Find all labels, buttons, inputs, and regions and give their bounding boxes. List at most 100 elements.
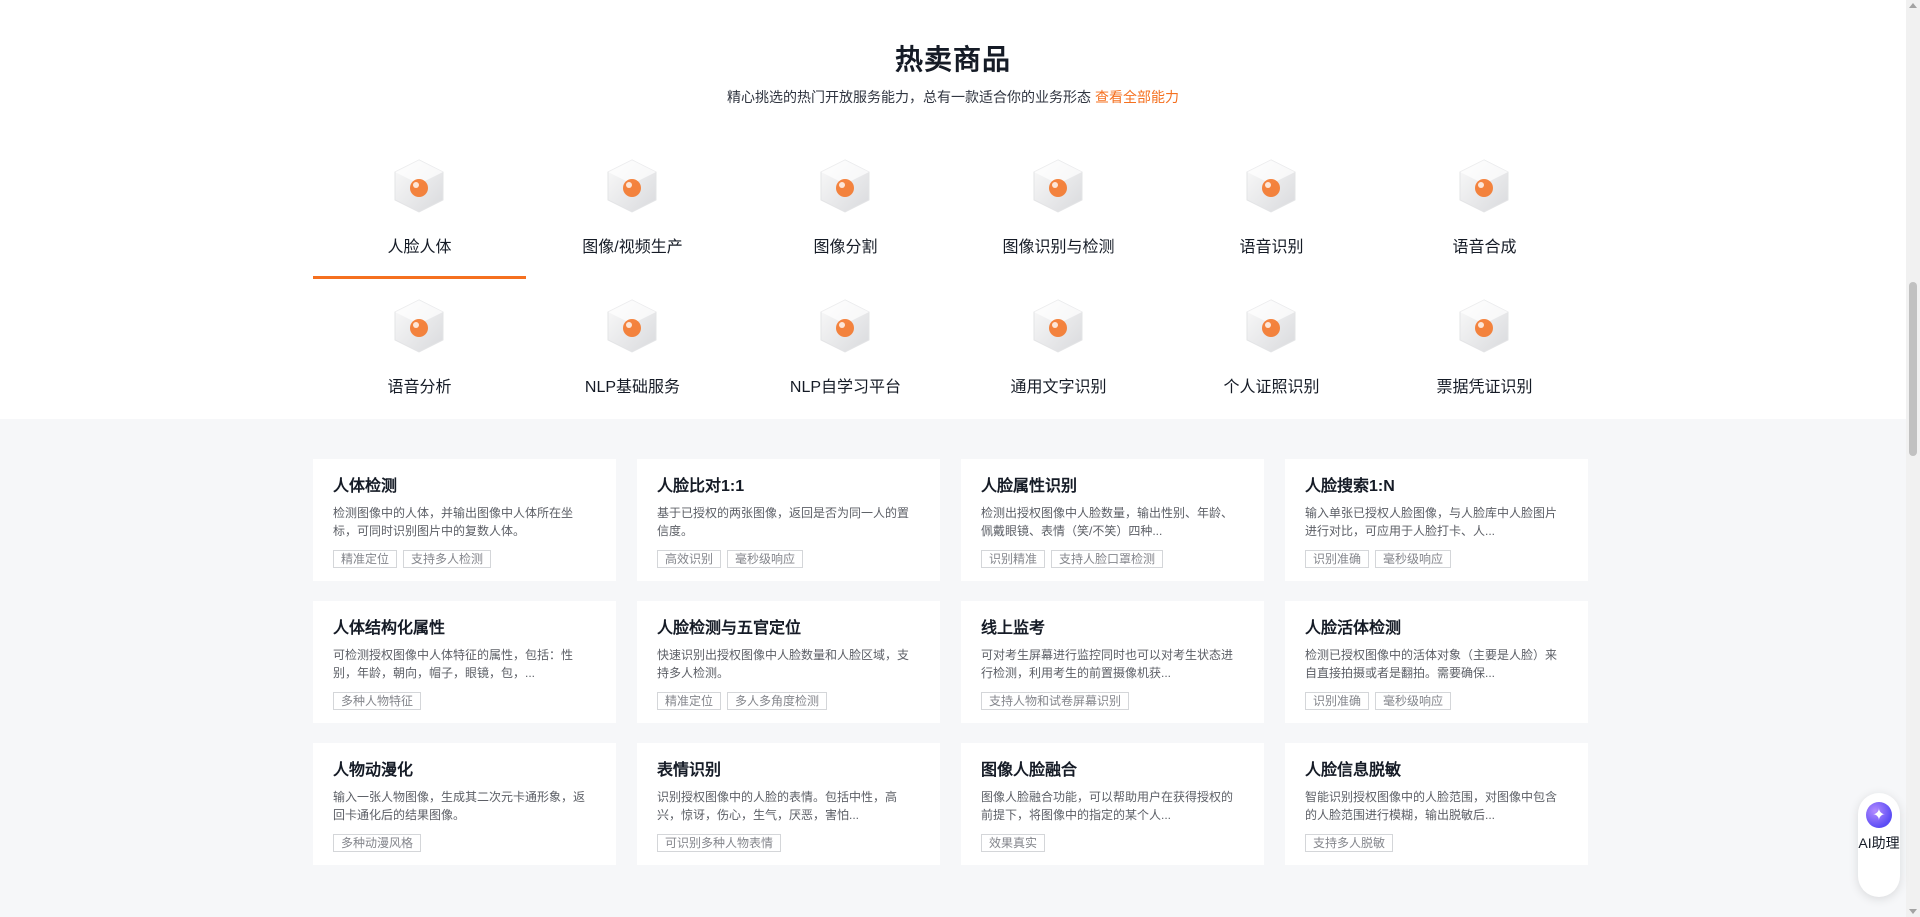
product-tag: 毫秒级响应 <box>1375 692 1452 710</box>
face-body-icon <box>389 156 449 216</box>
product-card-title: 图像人脸融合 <box>981 762 1078 779</box>
product-card-tags: 精准定位 支持多人检测 <box>333 550 596 568</box>
product-card-description: 可检测授权图像中人体特征的属性，包括：性别，年龄，朝向，帽子，眼镜，包，... <box>333 648 574 680</box>
product-card-title: 人体结构化属性 <box>333 620 446 637</box>
product-card-description: 智能识别授权图像中的人脸范围，对图像中包含的人脸范围进行模糊，输出脱敏后... <box>1305 790 1558 822</box>
product-card[interactable]: 人脸属性识别检测出授权图像中人脸数量，输出性别、年龄、佩戴眼镜、表情（笑/不笑）… <box>961 459 1264 581</box>
product-card-title: 人物动漫化 <box>333 762 414 779</box>
hot-products-section: 热卖商品 精心挑选的热门开放服务能力，总有一款适合你的业务形态 查看全部能力 人脸… <box>0 0 1920 419</box>
product-card[interactable]: 人脸活体检测 检测已授权图像中的活体对象（主要是人脸）来自直接拍摄或者是翻拍。需要… <box>1285 601 1588 723</box>
product-card-tags: 可识别多种人物表情 <box>657 834 920 852</box>
view-all-link[interactable]: 查看全部能力 <box>1095 89 1179 105</box>
scroll-down-arrow-icon[interactable] <box>1909 909 1917 914</box>
product-card[interactable]: 人脸搜索1:N 输入单张已授权人脸图像，与人脸库中人脸图片进行对比，可应用于人脸打… <box>1285 459 1588 581</box>
image-video-icon <box>602 156 662 216</box>
product-tag: 毫秒级响应 <box>727 550 804 568</box>
product-tag: 精准定位 <box>657 692 722 710</box>
product-card-title: 人体检测 <box>333 478 398 495</box>
ai-assistant-icon: ✦ <box>1866 802 1892 828</box>
ai-assistant-label: AI助理 <box>1858 835 1900 851</box>
product-tag: 识别精准 <box>981 550 1046 568</box>
ocr-icon <box>1028 296 1088 356</box>
product-card-description: 检测出授权图像中人脸数量，输出性别、年龄、佩戴眼镜、表情（笑/不笑）四种... <box>981 506 1234 538</box>
product-tag: 可识别多种人物表情 <box>657 834 782 852</box>
section-title: 热卖商品 <box>894 44 1011 75</box>
product-tag: 支持人物和试卷屏幕识别 <box>981 692 1130 710</box>
category-tab[interactable]: 通用文字识别 <box>952 288 1165 418</box>
product-card[interactable]: 人脸信息脱敏 智能识别授权图像中的人脸范围，对图像中包含的人脸范围进行模糊，输出脱… <box>1285 743 1588 865</box>
category-tab[interactable]: 图像识别与检测 <box>952 148 1165 278</box>
product-card[interactable]: 人脸比对1:1 基于已授权的两张图像，返回是否为同一人的置信度。高效识别 毫秒级响应 <box>637 459 940 581</box>
category-tab-label: NLP基础服务 <box>584 379 681 396</box>
speech-recognition-icon <box>1241 156 1301 216</box>
category-tab[interactable]: NLP基础服务 <box>526 288 739 418</box>
category-tab-label: 语音分析 <box>387 379 452 396</box>
category-tab-label: 通用文字识别 <box>1010 379 1107 396</box>
nlp-platform-icon <box>815 296 875 356</box>
product-card-title: 人脸比对1:1 <box>657 478 745 495</box>
product-tag: 精准定位 <box>333 550 398 568</box>
product-card[interactable]: 图像人脸融合图像人脸融合功能，可以帮助用户在获得授权的前提下，将图像中的指定的某… <box>961 743 1264 865</box>
category-tab-label: 人脸人体 <box>387 239 452 256</box>
product-card-title: 线上监考 <box>981 620 1046 637</box>
scroll-up-arrow-icon[interactable] <box>1909 3 1917 8</box>
product-card-tags: 高效识别 毫秒级响应 <box>657 550 920 568</box>
product-card-title: 人脸活体检测 <box>1305 620 1402 637</box>
product-card[interactable]: 人脸检测与五官定位快速识别出授权图像中人脸数量和人脸区域，支持多人检测。精准定位… <box>637 601 940 723</box>
product-tag: 支持多人脱敏 <box>1305 834 1394 852</box>
product-card-description: 图像人脸融合功能，可以帮助用户在获得授权的前提下，将图像中的指定的某个人... <box>981 790 1234 822</box>
category-tab[interactable]: 语音识别 <box>1165 148 1378 278</box>
product-card-tags: 支持人物和试卷屏幕识别 <box>981 692 1244 710</box>
image-segment-icon <box>815 156 875 216</box>
product-card-title: 表情识别 <box>657 762 722 779</box>
product-card-title: 人脸检测与五官定位 <box>657 620 802 637</box>
id-card-icon <box>1241 296 1301 356</box>
product-card-tags: 多种动漫风格 <box>333 834 596 852</box>
product-card-description: 输入单张已授权人脸图像，与人脸库中人脸图片进行对比，可应用于人脸打卡、人... <box>1305 506 1558 538</box>
product-card-tags: 识别准确 毫秒级响应 <box>1305 550 1568 568</box>
section-subtitle: 精心挑选的热门开放服务能力，总有一款适合你的业务形态 查看全部能力 <box>0 87 1906 107</box>
category-tab[interactable]: 语音分析 <box>313 288 526 418</box>
category-tab[interactable]: NLP自学习平台 <box>739 288 952 418</box>
category-tab[interactable]: 个人证照识别 <box>1165 288 1378 418</box>
product-tag: 支持多人检测 <box>403 550 492 568</box>
category-tab[interactable]: 图像/视频生产 <box>526 148 739 278</box>
category-tab[interactable]: 人脸人体 <box>313 148 526 279</box>
product-tag: 支持人脸口罩检测 <box>1051 550 1164 568</box>
scroll-thumb[interactable] <box>1909 282 1917 456</box>
product-card-tags: 识别准确 毫秒级响应 <box>1305 692 1568 710</box>
product-card-tags: 多种人物特征 <box>333 692 596 710</box>
product-card[interactable]: 表情识别 识别授权图像中的人脸的表情。包括中性，高兴，惊讶，伤心，生气，厌恶，害怕… <box>637 743 940 865</box>
product-card-title: 人脸搜索1:N <box>1305 478 1395 495</box>
ai-assistant-button[interactable]: ✦ AI助理 <box>1858 793 1900 897</box>
product-card-tags: 精准定位 多人多角度检测 <box>657 692 920 710</box>
product-tag: 高效识别 <box>657 550 722 568</box>
product-card-description: 快速识别出授权图像中人脸数量和人脸区域，支持多人检测。 <box>657 648 910 680</box>
product-card[interactable]: 人体结构化属性可检测授权图像中人体特征的属性，包括：性别，年龄，朝向，帽子，眼镜… <box>313 601 616 723</box>
page-scrollbar[interactable] <box>1906 0 1920 917</box>
category-tab-label: 图像/视频生产 <box>582 239 683 256</box>
product-card-tags: 识别精准 支持人脸口罩检测 <box>981 550 1244 568</box>
product-tag: 识别准确 <box>1305 550 1370 568</box>
category-tab-label: NLP自学习平台 <box>789 379 902 396</box>
product-card-description: 基于已授权的两张图像，返回是否为同一人的置信度。 <box>657 506 910 538</box>
speech-synthesis-icon <box>1454 156 1514 216</box>
category-tab[interactable]: 票据凭证识别 <box>1378 288 1591 418</box>
category-tab-label: 票据凭证识别 <box>1436 379 1533 396</box>
receipt-icon <box>1454 296 1514 356</box>
product-card-description: 可对考生屏幕进行监控同时也可以对考生状态进行检测，利用考生的前置摄像机获... <box>981 648 1234 680</box>
product-tag: 多种人物特征 <box>333 692 422 710</box>
category-tab[interactable]: 语音合成 <box>1378 148 1591 278</box>
product-card-area: 人体检测 检测图像中的人体，并输出图像中人体所在坐标，可同时识别图片中的复数人体。… <box>0 419 1920 917</box>
subtitle-text: 精心挑选的热门开放服务能力，总有一款适合你的业务形态 <box>727 89 1091 105</box>
category-tab-label: 语音合成 <box>1452 239 1517 256</box>
product-card[interactable]: 人物动漫化 输入一张人物图像，生成其二次元卡通形象，返回卡通化后的结果图像。 多种动… <box>313 743 616 865</box>
category-tab[interactable]: 图像分割 <box>739 148 952 278</box>
category-tab-label: 语音识别 <box>1239 239 1304 256</box>
product-tag: 识别准确 <box>1305 692 1370 710</box>
nlp-basic-icon <box>602 296 662 356</box>
category-tab-label: 个人证照识别 <box>1223 379 1320 396</box>
product-card-title: 人脸属性识别 <box>981 478 1078 495</box>
product-card[interactable]: 人体检测 检测图像中的人体，并输出图像中人体所在坐标，可同时识别图片中的复数人体。… <box>313 459 616 581</box>
product-card[interactable]: 线上监考可对考生屏幕进行监控同时也可以对考生状态进行检测，利用考生的前置摄像机获… <box>961 601 1264 723</box>
